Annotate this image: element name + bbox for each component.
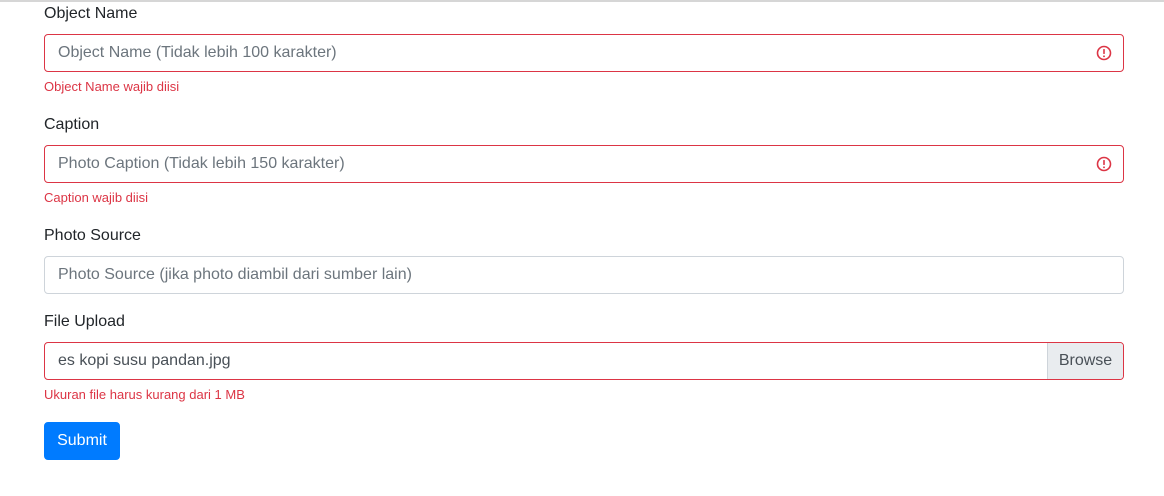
photo-source-label: Photo Source (44, 227, 141, 244)
photo-source-placeholder: Photo Source (jika photo diambil dari su… (58, 266, 412, 283)
exclamation-circle-icon (1096, 45, 1112, 61)
photo-source-input[interactable]: Photo Source (jika photo diambil dari su… (44, 256, 1124, 294)
file-upload-input[interactable]: es kopi susu pandan.jpg Browse (44, 342, 1124, 380)
submit-button[interactable]: Submit (44, 422, 120, 460)
exclamation-circle-icon (1096, 156, 1112, 172)
object-name-label: Object Name (44, 5, 138, 22)
object-name-placeholder: Object Name (Tidak lebih 100 karakter) (58, 44, 337, 61)
caption-error: Caption wajib diisi (44, 190, 149, 205)
caption-placeholder: Photo Caption (Tidak lebih 150 karakter) (58, 155, 345, 172)
file-upload-error: Ukuran file harus kurang dari 1 MB (44, 387, 245, 402)
file-upload-group: File Upload (44, 312, 1124, 332)
photo-source-group: Photo Source (44, 226, 1124, 246)
top-divider (0, 0, 1164, 2)
object-name-error: Object Name wajib diisi (44, 79, 180, 94)
caption-input[interactable]: Photo Caption (Tidak lebih 150 karakter) (44, 145, 1124, 183)
caption-label: Caption (44, 116, 100, 133)
object-name-group: Object Name (44, 4, 1124, 24)
object-name-input[interactable]: Object Name (Tidak lebih 100 karakter) (44, 34, 1124, 72)
caption-group: Caption (44, 115, 1124, 135)
file-upload-label: File Upload (44, 313, 125, 330)
browse-button[interactable]: Browse (1047, 343, 1123, 379)
file-name-value: es kopi susu pandan.jpg (58, 352, 231, 369)
